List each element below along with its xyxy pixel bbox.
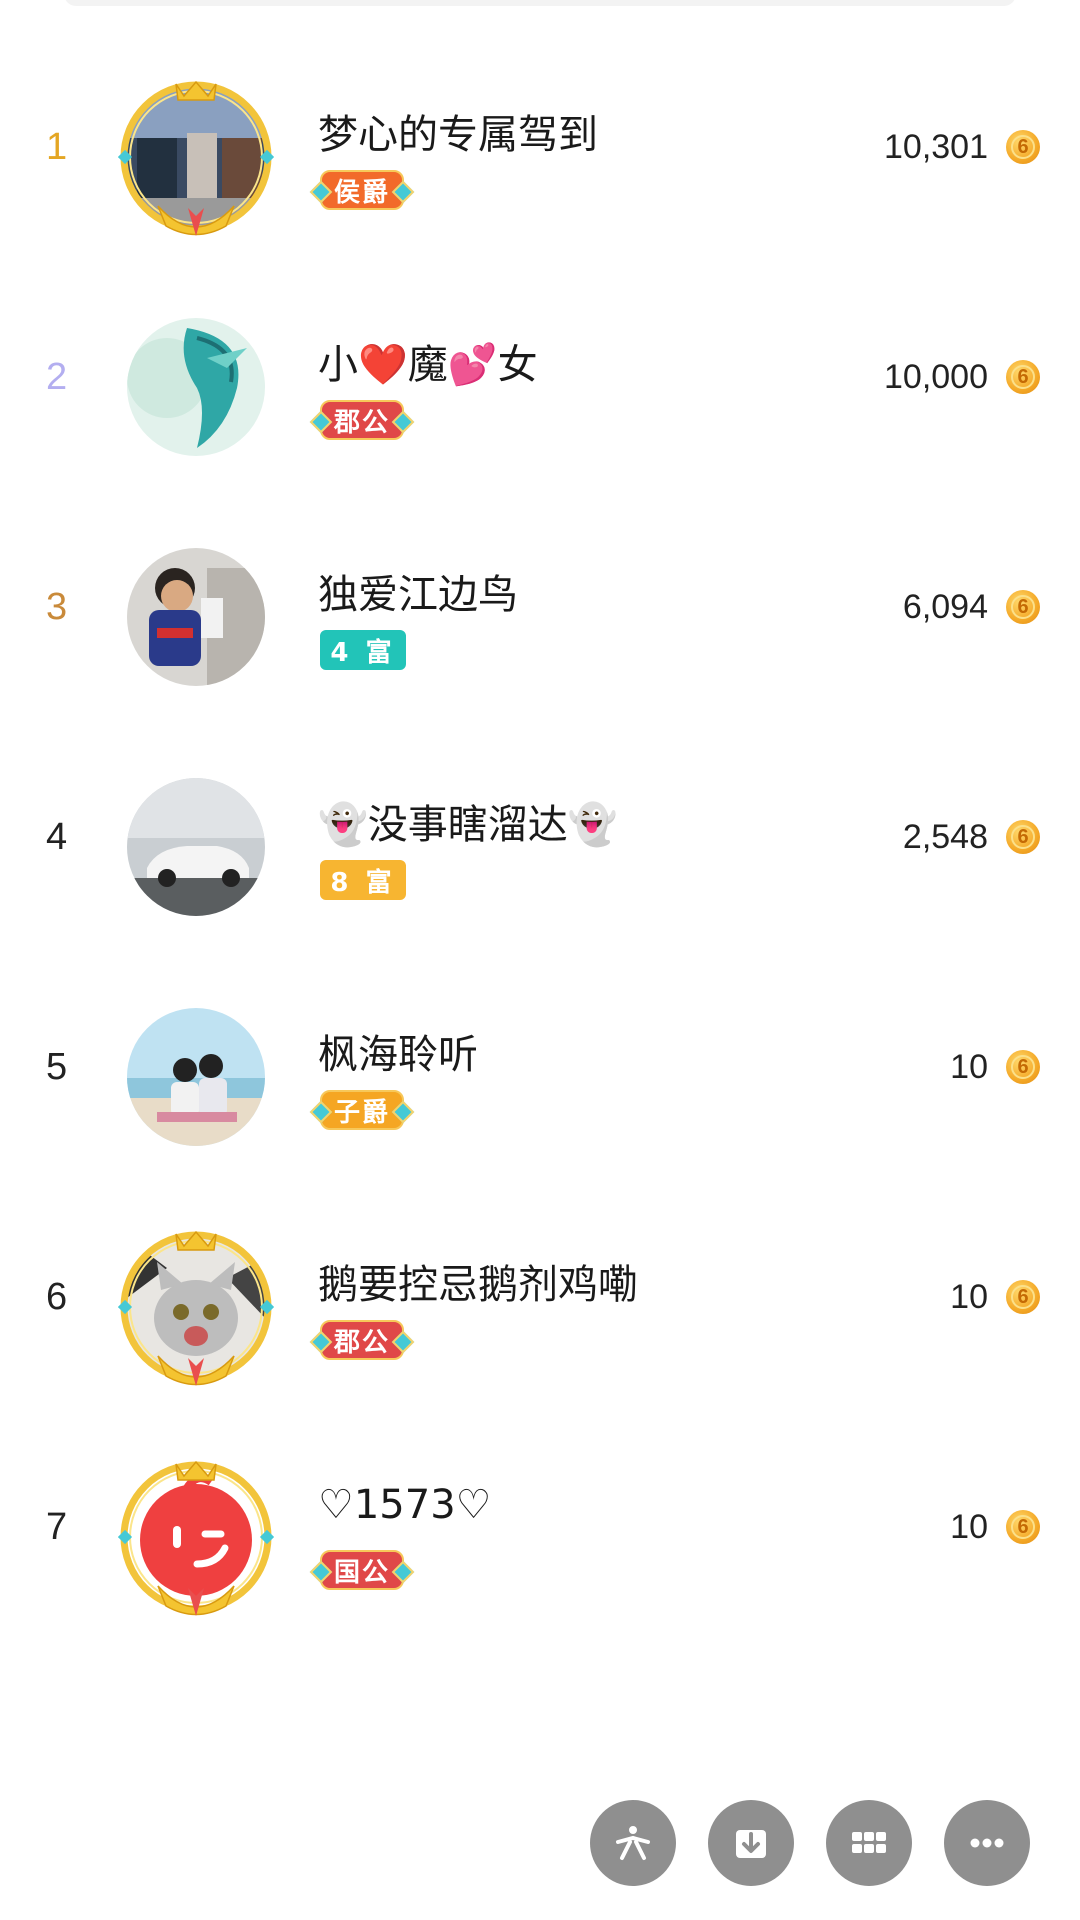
coin-icon: 6: [1006, 1280, 1040, 1314]
grid-button[interactable]: [826, 1800, 912, 1886]
dragon-avatar: [127, 318, 265, 456]
rank-number: 6: [46, 1276, 68, 1318]
grid-icon: [852, 1832, 886, 1853]
coin-icon: 6: [1006, 820, 1040, 854]
badge-label: 郡公: [333, 1327, 390, 1358]
badge-label: 郡公: [333, 407, 390, 438]
share-icon: [616, 1826, 650, 1860]
badge-label: 子爵: [333, 1097, 390, 1128]
child-reading-avatar: [127, 548, 265, 686]
avatar[interactable]: [118, 308, 274, 468]
top-bar-edge: [64, 0, 1016, 6]
download-button[interactable]: [708, 1800, 794, 1886]
rank-number: 2: [46, 356, 68, 398]
list-item[interactable]: 6 鹅要控忌鹅剂鸡嘞 郡公 10 6: [0, 1190, 1080, 1420]
couple-beach-avatar: [127, 1008, 265, 1146]
list-item[interactable]: 1 梦心的专属驾到 侯爵 10,301 6: [0, 40, 1080, 270]
avatar[interactable]: [118, 768, 274, 928]
rank-badge: 子爵: [309, 1090, 415, 1130]
rank-number: 3: [46, 586, 68, 628]
badge-label: 侯爵: [333, 177, 390, 208]
score-value: 10,000: [884, 358, 988, 396]
avatar[interactable]: [118, 538, 274, 698]
avatar[interactable]: [118, 1458, 274, 1618]
list-item[interactable]: 5 枫海聆听 子爵 10 6: [0, 960, 1080, 1190]
rank-badge: 国公: [309, 1550, 415, 1590]
user-name: 👻没事瞎溜达👻: [318, 802, 618, 848]
rank-number: 1: [46, 126, 68, 168]
user-name: 鹅要控忌鹅剂鸡嘞: [318, 1262, 638, 1308]
share-button[interactable]: [590, 1800, 676, 1886]
rank-badge: 8 富: [320, 860, 406, 900]
gold-frame-icon: [118, 1230, 274, 1386]
gold-frame-icon: [118, 1460, 274, 1616]
coin-icon: 6: [1006, 130, 1040, 164]
sports-car-avatar: [127, 778, 265, 916]
score-value: 10,301: [884, 128, 988, 166]
more-button[interactable]: [944, 1800, 1030, 1886]
coin-icon: 6: [1006, 1050, 1040, 1084]
more-icon: [970, 1838, 1004, 1848]
user-name: 小❤️魔💕女: [318, 342, 538, 388]
avatar[interactable]: [118, 998, 274, 1158]
user-name: ♡1573♡: [318, 1482, 492, 1528]
download-icon: [736, 1830, 766, 1858]
avatar[interactable]: [118, 78, 274, 238]
avatar[interactable]: [118, 1228, 274, 1388]
coin-icon: 6: [1006, 1510, 1040, 1544]
list-item[interactable]: 2 小❤️魔💕女 郡公 10,000 6: [0, 270, 1080, 500]
score-value: 10: [950, 1278, 988, 1316]
rank-badge: 郡公: [309, 1320, 415, 1360]
score-value: 6,094: [902, 588, 988, 626]
rank-number: 5: [46, 1046, 68, 1088]
user-name: 独爱江边鸟: [318, 572, 518, 618]
score-value: 10: [950, 1048, 988, 1086]
rank-badge: 郡公: [309, 400, 415, 440]
rank-number: 7: [46, 1506, 68, 1548]
list-item[interactable]: 3 独爱江边鸟 4 富 6,094 6: [0, 500, 1080, 730]
score-value: 2,548: [902, 818, 988, 856]
list-item[interactable]: 7 ♡1573♡ 国公 10 6: [0, 1420, 1080, 1650]
list-item[interactable]: 4 👻没事瞎溜达👻 8 富 2,548 6: [0, 730, 1080, 960]
coin-icon: 6: [1006, 360, 1040, 394]
user-name: 梦心的专属驾到: [318, 112, 598, 158]
score-value: 10: [950, 1508, 988, 1546]
gold-frame-icon: [118, 80, 274, 236]
badge-label: 国公: [333, 1557, 390, 1588]
rank-badge: 4 富: [320, 630, 406, 670]
rank-number: 4: [46, 816, 68, 858]
coin-icon: 6: [1006, 590, 1040, 624]
rank-badge: 侯爵: [309, 170, 415, 210]
user-name: 枫海聆听: [318, 1032, 478, 1078]
